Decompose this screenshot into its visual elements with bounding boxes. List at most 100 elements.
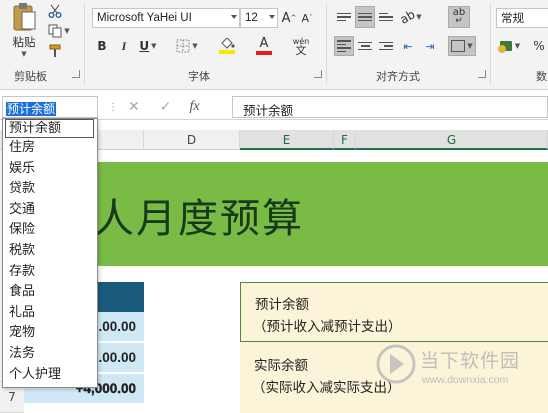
brush-icon [49,44,61,57]
align-bottom-icon [379,12,393,22]
copy-icon [48,24,62,38]
dots-icon: ⋮ [108,101,118,113]
border-grid-icon [176,39,190,53]
increase-indent-button[interactable]: ⇥ [420,36,440,56]
increase-indent-icon: ⇥ [425,39,435,53]
chevron-down-icon: ▼ [192,42,198,50]
name-box-value: 预计余额 [6,102,57,116]
actual-balance-label: 实际余额 [254,358,308,374]
font-name-dropdown[interactable]: Microsoft YaHei UI [92,8,240,28]
decrease-indent-icon: ⇤ [403,39,413,53]
italic-button[interactable]: I [116,36,132,56]
align-top-button[interactable] [334,6,354,28]
grow-font-button[interactable]: A ^ [281,8,297,28]
clipboard-icon [13,3,36,31]
borders-button[interactable]: ▼ [174,36,200,56]
font-size-dropdown[interactable]: 12 [240,8,278,28]
format-painter-button[interactable] [46,42,64,60]
chevron-down-icon [269,15,275,19]
divider [84,4,85,84]
list-item[interactable]: 娱乐 [3,159,97,180]
list-item[interactable]: 礼品 [3,303,97,324]
sheet-title[interactable]: 人月度预算 [94,186,304,244]
list-item[interactable]: 存款 [3,262,97,283]
font-color-button[interactable]: A [250,34,278,58]
alignment-launcher-icon[interactable] [478,70,486,78]
align-center-button[interactable] [355,36,375,56]
align-middle-button[interactable] [355,6,375,28]
column-header-f[interactable]: F [334,130,356,150]
percent-button[interactable]: % [530,36,548,56]
paint-bucket-icon [221,38,235,49]
phonetic-icon: 文 [295,43,307,57]
column-header-g[interactable]: G [356,130,548,150]
phonetic-button[interactable]: wén 文 [290,34,312,58]
font-name-value: Microsoft YaHei UI [97,12,192,24]
watermark-text: 当下软件园 [420,350,521,372]
list-item[interactable]: 保险 [3,220,97,241]
chevron-down-icon [231,15,237,19]
column-header-e[interactable]: E [240,130,334,150]
list-item[interactable]: 个人护理 [3,365,97,386]
underline-button[interactable]: U ▼ [136,36,160,56]
align-bottom-button[interactable] [376,6,396,28]
number-format-dropdown[interactable]: 常规 [496,8,548,28]
list-item[interactable]: 住房 [3,138,97,159]
shrink-font-button[interactable]: Aˇ [299,8,315,28]
currency-icon [497,41,512,53]
align-top-icon [337,12,351,22]
copy-button[interactable]: ▼ [46,22,72,40]
formula-bar: 预计余额 ⋮ ✕ ✓ fx 预计余额 [0,92,548,120]
list-item[interactable]: 交通 [3,200,97,221]
paste-button[interactable]: 粘贴 ▼ [6,2,42,58]
divider [490,4,491,84]
check-icon[interactable]: ✓ [160,99,172,115]
list-item[interactable]: 税款 [3,241,97,262]
clipboard-group-label: 剪贴板 [14,70,47,83]
align-center-icon [358,41,372,51]
number-group-label: 数 [536,70,547,83]
orientation-button[interactable]: ab ▼ [398,6,424,28]
watermark-url: www.downxia.com [422,374,509,386]
scissors-icon [48,4,62,18]
list-item[interactable]: 食品 [3,282,97,303]
decrease-indent-button[interactable]: ⇤ [398,36,418,56]
wrap-text-button[interactable]: ab ↵ [448,6,470,28]
fill-color-button[interactable] [214,34,240,58]
watermark: 当下软件园 www.downxia.com [376,340,548,400]
accounting-format-button[interactable]: ▼ [496,36,524,56]
formula-controls: ⋮ ✕ ✓ fx [108,96,228,118]
font-group-label: 字体 [188,70,210,83]
align-right-button[interactable] [376,36,396,56]
chevron-down-icon: ▼ [151,42,157,50]
fill-color-swatch [219,50,235,54]
chevron-down-icon: ▼ [514,42,521,50]
underline-label: U [139,39,150,53]
projected-balance-cell[interactable]: 预计余额 （预计收入减预计支出） [240,282,548,342]
align-middle-icon [358,12,372,22]
align-left-button[interactable] [334,36,354,56]
merge-icon [451,40,466,52]
ribbon: 粘贴 ▼ ▼ 剪贴板 Microsoft YaHei UI 12 A ^ Aˇ B… [0,0,548,90]
cancel-icon[interactable]: ✕ [128,99,140,115]
list-item[interactable]: 预计余额 [5,119,94,138]
formula-input[interactable]: 预计余额 [232,96,548,118]
font-launcher-icon[interactable] [314,70,322,78]
name-box[interactable]: 预计余额 [2,96,98,118]
column-header-d[interactable]: D [144,130,240,150]
insert-function-button[interactable]: fx [189,99,199,115]
paste-label: 粘贴 [12,35,36,49]
list-item[interactable]: 宠物 [3,323,97,344]
bold-button[interactable]: B [94,36,110,56]
clipboard-launcher-icon[interactable] [72,70,80,78]
chevron-down-icon: ▼ [21,50,27,58]
number-format-value: 常规 [501,13,524,25]
font-size-value: 12 [245,12,258,24]
cut-button[interactable] [46,2,64,20]
orientation-icon: ab [397,7,418,27]
list-item[interactable]: 法务 [3,344,97,365]
validation-dropdown-list[interactable]: 预计余额 住房 娱乐 贷款 交通 保险 税款 存款 食品 礼品 宠物 法务 个人护理 [2,118,98,388]
alignment-group-label: 对齐方式 [376,70,420,83]
list-item[interactable]: 贷款 [3,179,97,200]
merge-center-button[interactable]: ▼ [448,36,476,56]
